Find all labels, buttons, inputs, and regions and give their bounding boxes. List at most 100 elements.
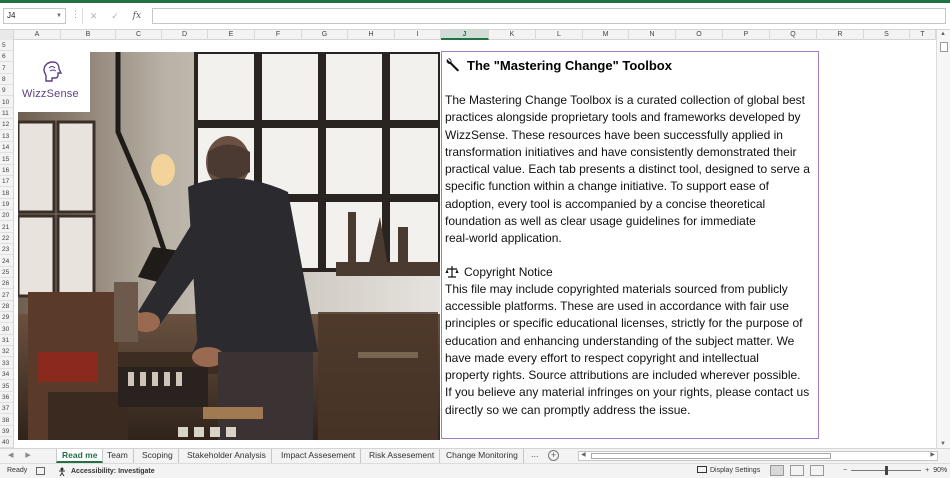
add-sheet-button[interactable]: + — [548, 450, 559, 461]
horizontal-scrollbar[interactable]: ◀ ▶ — [578, 451, 938, 461]
tab-team[interactable]: Team — [102, 449, 134, 463]
column-header[interactable]: A — [14, 30, 61, 40]
row-header[interactable]: 33 — [0, 358, 13, 369]
column-headers: A B C D E F G H I J K L M N O P Q R S T — [0, 30, 950, 40]
row-header[interactable]: 9 — [0, 85, 13, 97]
row-header[interactable]: 38 — [0, 415, 13, 426]
horizontal-scroll-thumb[interactable] — [591, 453, 831, 459]
column-header[interactable]: E — [208, 30, 255, 40]
page-break-view-button[interactable] — [810, 465, 824, 476]
textbox-intro: The Mastering Change Toolbox is a curate… — [445, 93, 810, 246]
row-header[interactable]: 20 — [0, 210, 13, 222]
row-header[interactable]: 26 — [0, 278, 13, 290]
tab-stakeholder-analysis[interactable]: Stakeholder Analysis — [182, 449, 272, 463]
readme-textbox[interactable]: The "Mastering Change" Toolbox The Maste… — [441, 51, 819, 439]
scroll-left-icon[interactable]: ◀ — [581, 451, 586, 458]
next-sheet-icon[interactable]: ▶ — [25, 451, 30, 459]
column-header[interactable]: D — [162, 30, 208, 40]
row-header[interactable]: 25 — [0, 267, 13, 278]
row-header[interactable]: 15 — [0, 154, 13, 165]
row-header[interactable]: 10 — [0, 97, 13, 108]
prev-sheet-icon[interactable]: ◀ — [8, 451, 13, 459]
tab-scoping[interactable]: Scoping — [137, 449, 179, 463]
accessibility-status[interactable]: Accessibility: Investigate — [58, 467, 155, 476]
row-header[interactable]: 5 — [0, 40, 13, 51]
row-header[interactable]: 31 — [0, 335, 13, 347]
row-header[interactable]: 37 — [0, 403, 13, 415]
display-settings[interactable]: Display Settings — [697, 466, 760, 474]
row-header[interactable]: 8 — [0, 74, 13, 86]
enter-icon[interactable]: ✓ — [111, 11, 119, 22]
name-box[interactable]: J4 ▼ — [3, 8, 66, 24]
tab-impact-assesement[interactable]: Impact Assesement — [276, 449, 362, 463]
column-header[interactable]: F — [255, 30, 302, 40]
row-header[interactable]: 6 — [0, 51, 13, 63]
row-header[interactable]: 30 — [0, 324, 13, 335]
column-header[interactable]: O — [676, 30, 723, 40]
display-icon — [697, 466, 707, 473]
cancel-icon[interactable]: ✕ — [90, 11, 98, 22]
column-header-selected[interactable]: J — [441, 30, 489, 40]
column-header[interactable]: H — [348, 30, 395, 40]
formula-input[interactable] — [152, 8, 946, 24]
more-sheets-button[interactable]: ... — [531, 449, 539, 459]
row-header[interactable]: 36 — [0, 392, 13, 403]
row-header[interactable]: 39 — [0, 426, 13, 437]
row-header[interactable]: 23 — [0, 244, 13, 256]
column-header[interactable]: Q — [770, 30, 817, 40]
column-header[interactable]: M — [583, 30, 629, 40]
row-header[interactable]: 7 — [0, 63, 13, 74]
worksheet-grid[interactable]: WizzSense The "Mastering Change" Toolbox… — [14, 40, 936, 448]
column-header[interactable]: P — [723, 30, 770, 40]
column-header[interactable]: K — [489, 30, 536, 40]
zoom-out-button[interactable]: − — [843, 467, 847, 474]
row-header[interactable]: 16 — [0, 165, 13, 176]
row-header[interactable]: 21 — [0, 222, 13, 233]
row-header[interactable]: 17 — [0, 176, 13, 188]
column-header[interactable]: C — [116, 30, 162, 40]
row-header[interactable]: 35 — [0, 381, 13, 392]
column-header[interactable]: G — [302, 30, 348, 40]
row-header[interactable]: 34 — [0, 369, 13, 381]
row-header[interactable]: 11 — [0, 108, 13, 120]
zoom-slider[interactable] — [851, 466, 922, 475]
scroll-up-icon[interactable]: ▲ — [940, 31, 946, 37]
tab-risk-assesement[interactable]: Risk Assesement — [364, 449, 441, 463]
vertical-scrollbar[interactable]: ▲ ▼ — [936, 30, 950, 448]
page-layout-view-button[interactable] — [790, 465, 804, 476]
zoom-slider-knob[interactable] — [885, 466, 889, 475]
column-header[interactable]: I — [395, 30, 441, 40]
insert-function-icon[interactable]: fx — [133, 11, 141, 21]
row-header[interactable]: 22 — [0, 233, 13, 244]
row-header[interactable]: 40 — [0, 437, 13, 448]
row-header[interactable]: 18 — [0, 188, 13, 199]
scroll-down-icon[interactable]: ▼ — [940, 441, 946, 447]
vertical-scroll-thumb[interactable] — [940, 42, 948, 52]
column-header[interactable]: T — [910, 30, 936, 40]
row-header[interactable]: 24 — [0, 256, 13, 267]
zoom-in-button[interactable]: + — [925, 467, 929, 474]
more-options-icon[interactable]: ⋮ — [71, 9, 80, 20]
row-header[interactable]: 29 — [0, 312, 13, 324]
select-all-corner[interactable] — [0, 30, 14, 40]
row-header[interactable]: 14 — [0, 142, 13, 154]
row-header[interactable]: 32 — [0, 346, 13, 358]
row-header[interactable]: 28 — [0, 301, 13, 313]
row-header[interactable]: 12 — [0, 119, 13, 131]
chevron-down-icon[interactable]: ▼ — [56, 9, 62, 23]
normal-view-button[interactable] — [770, 465, 784, 476]
wrench-icon — [446, 58, 459, 72]
column-header[interactable]: B — [61, 30, 116, 40]
column-header[interactable]: R — [817, 30, 864, 40]
zoom-level[interactable]: 90% — [933, 467, 947, 474]
sheet-nav: ◀ ▶ — [8, 451, 31, 459]
row-header[interactable]: 27 — [0, 290, 13, 301]
scroll-right-icon[interactable]: ▶ — [930, 451, 935, 458]
row-header[interactable]: 19 — [0, 199, 13, 210]
tab-change-monitoring[interactable]: Change Monitoring — [441, 449, 524, 463]
tab-read-me[interactable]: Read me — [56, 449, 104, 463]
column-header[interactable]: L — [536, 30, 583, 40]
column-header[interactable]: S — [864, 30, 910, 40]
column-header[interactable]: N — [629, 30, 676, 40]
row-header[interactable]: 13 — [0, 131, 13, 142]
